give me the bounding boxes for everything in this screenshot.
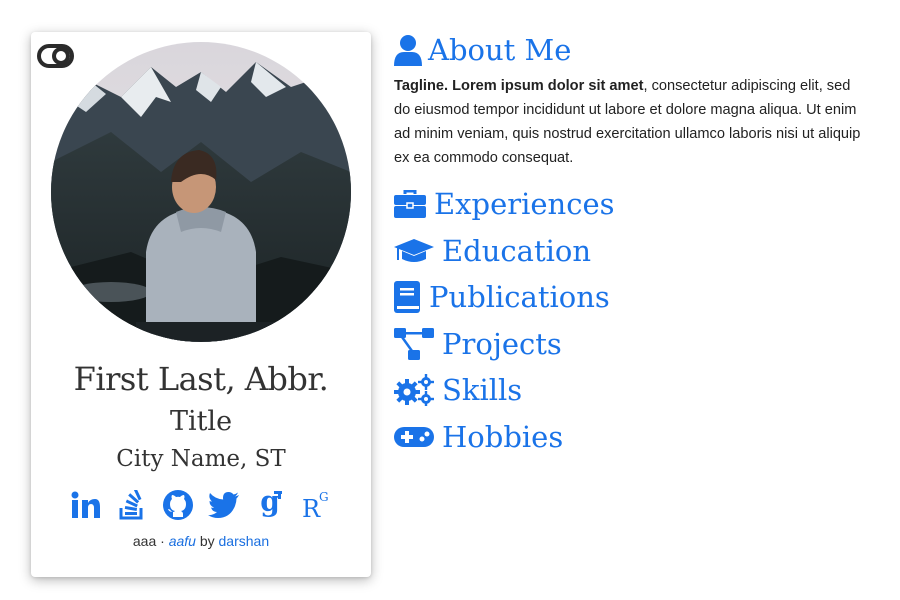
theme-toggle-icon[interactable] bbox=[37, 44, 74, 68]
gamepad-icon bbox=[394, 420, 442, 454]
section-publications[interactable]: Publications bbox=[394, 277, 874, 317]
section-education[interactable]: Education bbox=[394, 231, 874, 271]
book-icon bbox=[394, 280, 429, 314]
section-projects-label: Projects bbox=[442, 326, 562, 361]
twitter-icon[interactable] bbox=[208, 489, 240, 521]
theme-link[interactable]: aafu bbox=[169, 533, 196, 549]
user-icon bbox=[394, 33, 428, 67]
footer-by: by bbox=[199, 533, 215, 549]
google-scholar-icon[interactable]: g bbox=[254, 489, 286, 521]
section-hobbies[interactable]: Hobbies bbox=[394, 417, 874, 457]
section-about[interactable]: About Me bbox=[394, 30, 874, 70]
content-panel: About Me Tagline. Lorem ipsum dolor sit … bbox=[394, 30, 874, 463]
profile-photo bbox=[51, 42, 351, 342]
svg-text:G: G bbox=[319, 490, 329, 504]
section-hobbies-label: Hobbies bbox=[442, 419, 564, 454]
section-experiences[interactable]: Experiences bbox=[394, 184, 874, 224]
project-diagram-icon bbox=[394, 327, 442, 361]
graduation-cap-icon bbox=[394, 234, 442, 268]
author-link[interactable]: darshan bbox=[219, 533, 270, 549]
section-publications-label: Publications bbox=[429, 280, 610, 314]
profile-location: City Name, ST bbox=[116, 446, 286, 472]
section-education-label: Education bbox=[442, 233, 592, 268]
briefcase-icon bbox=[394, 187, 434, 221]
section-projects[interactable]: Projects bbox=[394, 324, 874, 364]
section-about-label: About Me bbox=[428, 33, 572, 67]
profile-title: Title bbox=[169, 406, 233, 437]
card-footer: aaa · aafu by darshan bbox=[31, 533, 371, 549]
footer-prefix: aaa · bbox=[132, 533, 165, 549]
researchgate-icon[interactable]: R G bbox=[300, 489, 332, 521]
stack-overflow-icon[interactable] bbox=[116, 489, 148, 521]
linkedin-icon[interactable] bbox=[70, 489, 102, 521]
cogs-icon bbox=[394, 373, 442, 407]
about-text: Tagline. Lorem ipsum dolor sit amet, con… bbox=[394, 74, 864, 170]
profile-card: First Last, Abbr. Title City Name, ST g … bbox=[31, 32, 371, 577]
section-skills-label: Skills bbox=[442, 373, 523, 407]
social-links: g R G bbox=[31, 488, 371, 522]
github-icon[interactable] bbox=[162, 489, 194, 521]
section-skills[interactable]: Skills bbox=[394, 370, 874, 410]
profile-name: First Last, Abbr. bbox=[73, 360, 329, 398]
section-experiences-label: Experiences bbox=[434, 187, 615, 221]
about-tagline: Tagline. Lorem ipsum dolor sit amet bbox=[394, 78, 644, 94]
